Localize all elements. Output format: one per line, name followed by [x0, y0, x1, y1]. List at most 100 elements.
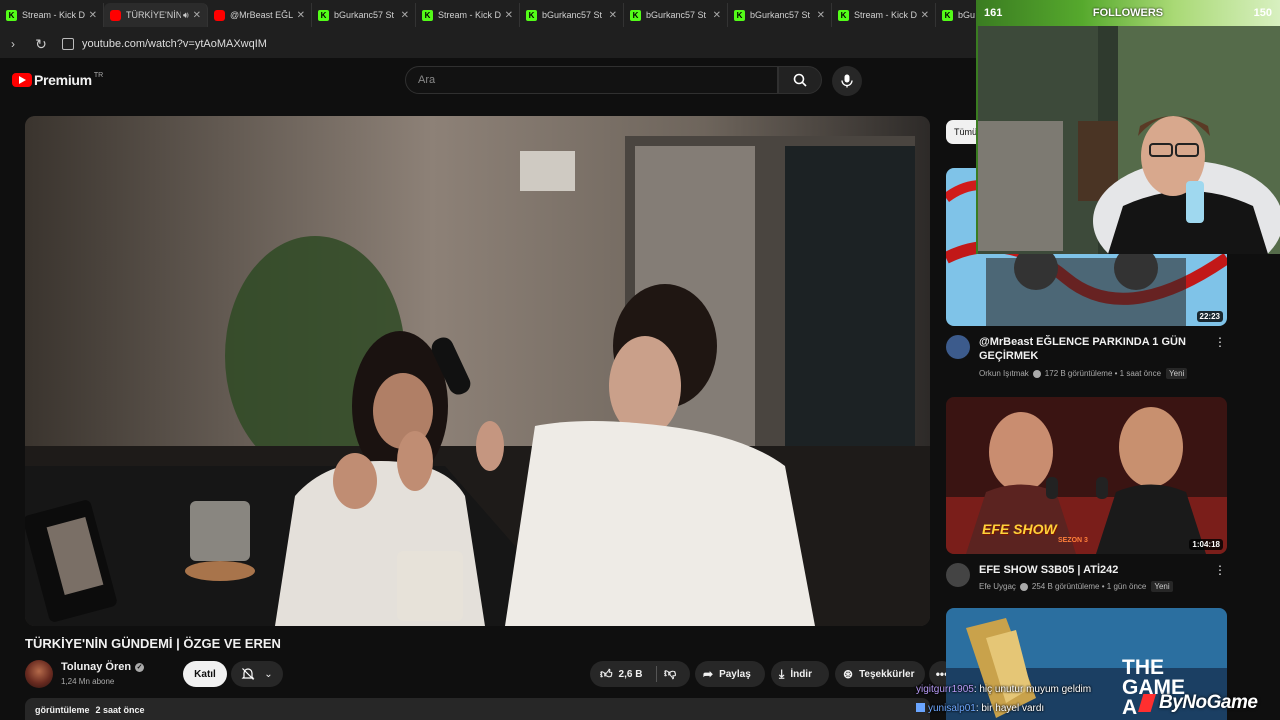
sponsor-logo: ByNoGame: [1138, 692, 1258, 714]
recommendation-channel[interactable]: Orkun Işıtmak: [979, 369, 1029, 378]
kick-favicon-icon: K: [838, 9, 849, 21]
youtube-header: Premium TR Ara: [0, 58, 980, 104]
share-button[interactable]: ➦ Paylaş: [695, 661, 765, 687]
close-icon[interactable]: ✕: [401, 10, 409, 21]
browser-tab[interactable]: KbGurkanc57 St ✕: [520, 3, 624, 27]
like-separator: [656, 666, 657, 682]
youtube-favicon-icon: [214, 9, 225, 21]
browser-tab[interactable]: TÜRKİYE'NİN 🔊︎ ✕: [104, 3, 208, 27]
recommendation-views: 172 B görüntüleme: [1044, 369, 1113, 378]
followers-goal-bar: 161 FOLLOWERS 150: [976, 0, 1280, 26]
more-options-icon[interactable]: ⋮: [1214, 563, 1226, 577]
tab-title: TÜRKİYE'NİN: [126, 10, 181, 20]
followers-label: FOLLOWERS: [1092, 7, 1164, 19]
close-icon[interactable]: ✕: [817, 10, 825, 21]
more-options-icon[interactable]: ⋮: [1214, 335, 1226, 349]
kick-favicon-icon: K: [942, 9, 953, 21]
channel-name[interactable]: Tolunay Ören ✓: [61, 661, 145, 673]
dislike-icon[interactable]: 👎︎: [664, 666, 676, 681]
description-box[interactable]: görüntüleme 2 saat önce: [25, 698, 930, 720]
browser-tab[interactable]: K Stream - Kick D ✕: [0, 3, 104, 27]
channel-avatar[interactable]: [25, 660, 53, 688]
chat-text: : bir hayel vardı: [975, 703, 1045, 714]
video-player[interactable]: [25, 116, 930, 626]
screen: K Stream - Kick D ✕ TÜRKİYE'NİN 🔊︎ ✕ @MrBeast …: [0, 0, 1280, 720]
like-count[interactable]: 2,6 B: [619, 669, 643, 680]
close-icon[interactable]: ✕: [89, 10, 97, 21]
video-duration: 1:04:18: [1189, 539, 1223, 550]
tab-title: @MrBeast EĞL: [230, 10, 293, 20]
recommendation-age: 1 gün önce: [1106, 582, 1147, 591]
subscriber-count: 1,24 Mn abone: [61, 677, 115, 686]
close-icon[interactable]: ✕: [505, 10, 513, 21]
channel-avatar[interactable]: [946, 335, 970, 359]
browser-tab[interactable]: KbGurkanc57 St ✕: [312, 3, 416, 27]
kick-favicon-icon: K: [630, 9, 641, 21]
thanks-label: Teşekkürler: [859, 668, 915, 680]
url-field[interactable]: youtube.com/watch?v=ytAoMAXwqIM: [82, 38, 267, 50]
reload-icon[interactable]: ↻: [32, 36, 50, 53]
recommendation-title[interactable]: EFE SHOW S3B05 | ATİ242: [979, 563, 1209, 577]
browser-tab[interactable]: KbGurkanc57 St ✕: [624, 3, 728, 27]
join-button[interactable]: Katıl: [183, 661, 227, 687]
browser-tab[interactable]: K Stream - Kick D ✕: [416, 3, 520, 27]
verified-icon: ✓: [135, 662, 145, 672]
microphone-icon: [841, 74, 853, 88]
tab-title: bGurkanc57 St: [542, 10, 603, 20]
chat-message: yunisalp01: bir hayel vardı: [916, 703, 1044, 714]
download-button[interactable]: ⤓ İndir: [771, 661, 829, 687]
tab-title: bGurkanc57 St: [750, 10, 811, 20]
close-icon[interactable]: ✕: [713, 10, 721, 21]
youtube-play-icon: [12, 73, 32, 87]
chat-text: : hiç unutur muyum geldim: [973, 684, 1092, 695]
chat-username: yigitgurr1905: [916, 684, 974, 695]
thanks-button[interactable]: ⊛ Teşekkürler: [835, 661, 925, 687]
thumbnail-season-text: SEZON 3: [1058, 537, 1088, 544]
new-badge: Yeni: [1166, 368, 1188, 379]
site-info-icon[interactable]: [62, 38, 74, 50]
channel-name-text[interactable]: Tolunay Ören: [61, 661, 131, 673]
browser-tab[interactable]: K Stream - Kick D ✕: [832, 3, 936, 27]
view-count-label: görüntüleme: [35, 705, 90, 715]
followers-current: 161: [984, 7, 1003, 19]
upload-time: 2 saat önce: [95, 705, 145, 715]
recommendation-thumbnail[interactable]: EFE SHOW SEZON 3 1:04:18: [946, 397, 1227, 554]
close-icon[interactable]: ✕: [297, 10, 305, 21]
video-frame: [25, 116, 930, 626]
forward-icon[interactable]: ›: [4, 37, 22, 51]
new-badge: Yeni: [1151, 581, 1173, 592]
like-icon[interactable]: 👍︎: [600, 667, 613, 682]
recommendation-channel[interactable]: Efe Uygaç: [979, 582, 1016, 591]
like-dislike-group: 👍︎ 2,6 B 👎︎: [590, 661, 690, 687]
recommendation-meta: Efe Uygaç 254 B görüntüleme • 1 gün önce…: [979, 581, 1173, 592]
speaker-icon[interactable]: 🔊︎: [183, 10, 189, 21]
browser-tab[interactable]: @MrBeast EĞL ✕: [208, 3, 312, 27]
recommendation-meta: Orkun Işıtmak 172 B görüntüleme • 1 saat…: [979, 368, 1188, 379]
channel-action-row: Tolunay Ören ✓ 1,24 Mn abone Katıl ⌄ 👍︎ 2…: [25, 658, 955, 690]
tab-title: bGurkanc57 St: [334, 10, 395, 20]
tab-title: Stream - Kick D: [854, 10, 917, 20]
close-icon[interactable]: ✕: [921, 10, 929, 21]
bynogame-logo-icon: [1138, 694, 1156, 712]
webcam-overlay: [976, 26, 1280, 254]
close-icon[interactable]: ✕: [193, 10, 201, 21]
youtube-premium-logo[interactable]: Premium TR: [12, 72, 103, 88]
recommendation-title[interactable]: @MrBeast EĞLENCE PARKINDA 1 GÜN GEÇİRMEK: [979, 335, 1209, 363]
notification-bell-button[interactable]: ⌄: [231, 661, 283, 687]
tab-title: Stream - Kick D: [22, 10, 85, 20]
kick-favicon-icon: K: [6, 9, 17, 21]
share-icon: ➦: [703, 667, 714, 681]
search-icon: [793, 73, 807, 87]
youtube-favicon-icon: [110, 9, 121, 21]
channel-avatar[interactable]: [946, 563, 970, 587]
chevron-down-icon: ⌄: [264, 668, 273, 680]
browser-tab[interactable]: KbGurkanc57 St ✕: [728, 3, 832, 27]
search-input[interactable]: Ara: [405, 66, 778, 94]
voice-search-button[interactable]: [832, 66, 862, 96]
kick-favicon-icon: K: [318, 9, 329, 21]
close-icon[interactable]: ✕: [609, 10, 617, 21]
region-code: TR: [93, 71, 104, 79]
search-button[interactable]: [778, 66, 822, 94]
tab-title: Stream - Kick D: [438, 10, 501, 20]
kick-favicon-icon: K: [734, 9, 745, 21]
